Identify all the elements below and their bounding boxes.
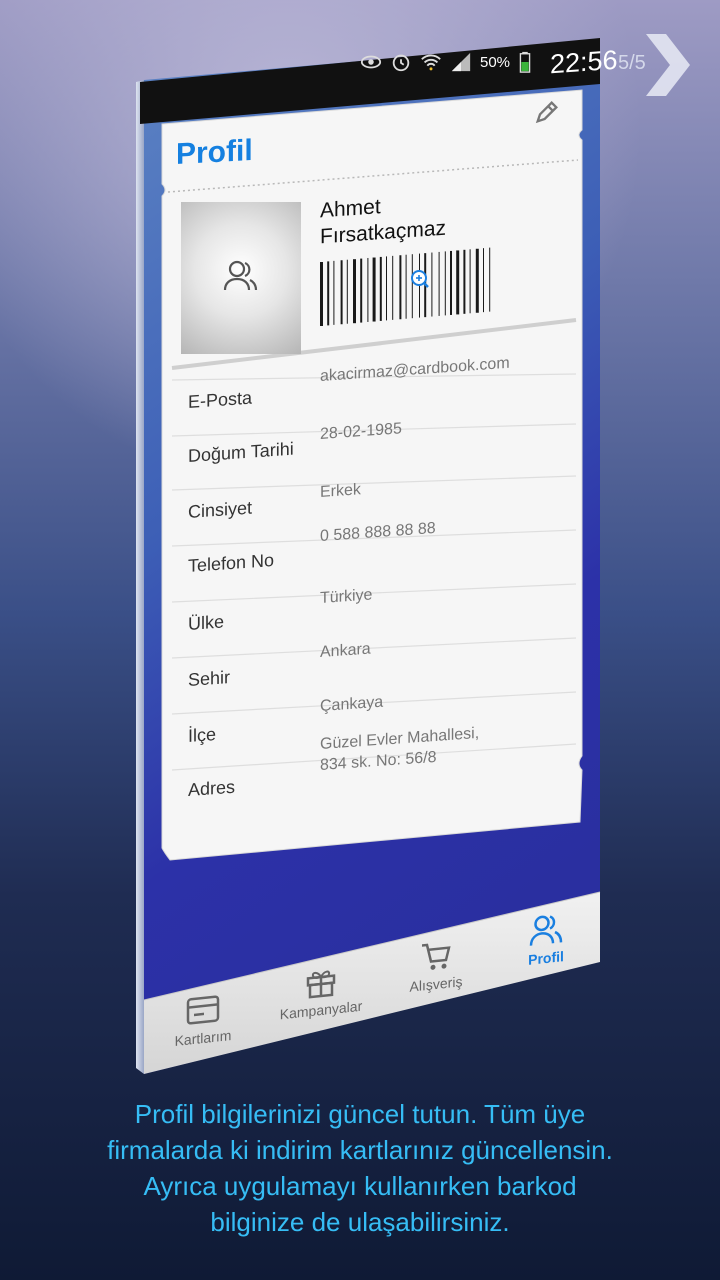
barcode-bar xyxy=(367,257,369,322)
nav-item-profil[interactable]: Profil xyxy=(518,911,574,969)
field-label: Ülke xyxy=(188,611,225,634)
barcode-bar xyxy=(405,254,407,319)
battery-icon xyxy=(519,51,531,73)
barcode-bar xyxy=(360,258,363,323)
barcode-bar xyxy=(379,256,382,321)
barcode-bar xyxy=(463,249,466,314)
barcode-bar xyxy=(469,249,471,314)
field-label: Cinsiyet xyxy=(188,497,253,522)
page-title: Profil xyxy=(176,133,253,172)
shopping-cart-icon xyxy=(422,943,451,970)
barcode-bar xyxy=(438,251,440,316)
field-label: Adres xyxy=(188,776,236,800)
nav-item-alisveris[interactable]: Alışveriş xyxy=(404,937,468,996)
barcode-bar xyxy=(431,252,433,317)
barcode-bar xyxy=(372,257,376,322)
field-label: İlçe xyxy=(188,724,217,746)
caption-line: firmalarda ki indirim kartlarınız güncel… xyxy=(107,1135,613,1165)
status-time: 22:56 xyxy=(550,44,618,79)
barcode-bar xyxy=(456,250,460,315)
field-label: Sehir xyxy=(188,667,231,690)
field-value: Çankaya xyxy=(320,693,384,715)
edit-pencil-icon[interactable] xyxy=(533,98,561,126)
barcode-bar xyxy=(320,262,323,326)
barcode-bar xyxy=(346,259,348,324)
field-value: Erkek xyxy=(320,481,361,501)
profile-avatar[interactable] xyxy=(181,202,301,354)
barcode-bar xyxy=(411,254,413,319)
card-icon xyxy=(186,995,220,1025)
field-label: E-Posta xyxy=(188,387,253,412)
signal-icon xyxy=(451,52,471,72)
eye-icon xyxy=(360,55,382,69)
nav-item-kampanyalar[interactable]: Kampanyalar xyxy=(276,961,366,1022)
barcode-bar xyxy=(392,255,394,320)
barcode-bar xyxy=(399,255,402,320)
caption-line: Profil bilgilerinizi güncel tutun. Tüm ü… xyxy=(134,1099,586,1129)
users-icon xyxy=(529,915,563,946)
barcode-bar xyxy=(450,250,452,315)
battery-percent: 50% xyxy=(480,53,511,71)
barcode-bar xyxy=(489,247,491,312)
barcode-bar xyxy=(475,248,479,313)
barcode-bar xyxy=(333,260,335,325)
barcode-bar xyxy=(386,256,387,321)
alarm-icon xyxy=(392,54,410,72)
caption-line: Ayrıca uygulamayı kullanırken barkod xyxy=(143,1171,577,1201)
barcode-bar xyxy=(353,259,356,324)
user-placeholder-icon xyxy=(223,260,258,291)
barcode-bar xyxy=(444,251,446,316)
barcode-bar xyxy=(340,260,343,325)
gift-icon xyxy=(306,970,336,999)
field-value: Ankara xyxy=(320,640,371,661)
caption-line: bilginize de ulaşabilirsiniz. xyxy=(210,1207,510,1237)
barcode-bar xyxy=(483,248,484,313)
barcode[interactable] xyxy=(320,240,516,328)
wifi-icon xyxy=(421,54,441,71)
field-value: Türkiye xyxy=(320,586,373,607)
caption-text: Profil bilgilerinizi güncel tutun. Tüm ü… xyxy=(40,1096,680,1240)
nav-item-kartlarim[interactable]: Kartlarım xyxy=(168,990,238,1049)
status-bar: 50% 22:56 xyxy=(360,40,618,84)
barcode-bar xyxy=(327,261,330,326)
